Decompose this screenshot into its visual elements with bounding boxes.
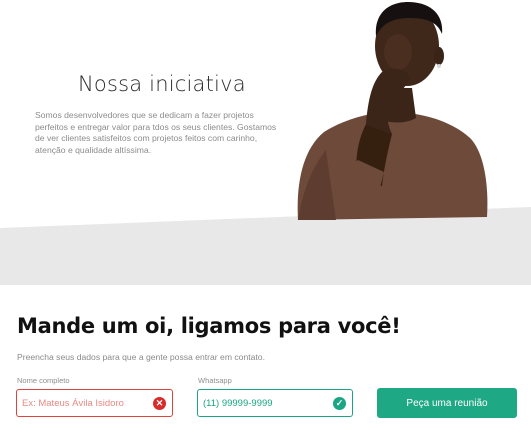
name-input[interactable] bbox=[17, 390, 172, 416]
whatsapp-input[interactable] bbox=[198, 390, 352, 416]
hero-description: Somos desenvolvedores que se dedicam a f… bbox=[35, 110, 277, 155]
hero-section: Nossa iniciativa Somos desenvolvedores q… bbox=[0, 0, 531, 285]
name-field[interactable]: ✕ bbox=[16, 389, 173, 417]
check-circle-icon: ✓ bbox=[333, 397, 346, 410]
phone-field[interactable]: ✓ bbox=[197, 389, 353, 417]
form-title: Mande um oi, ligamos para você! bbox=[17, 314, 401, 338]
hero-title: Nossa iniciativa bbox=[78, 72, 246, 96]
close-circle-icon: ✕ bbox=[153, 397, 166, 410]
phone-field-label: Whatsapp bbox=[198, 376, 232, 385]
hero-person-image bbox=[297, 2, 488, 220]
name-field-label: Nome completo bbox=[17, 376, 70, 385]
request-meeting-button[interactable]: Peça uma reunião bbox=[377, 388, 517, 418]
form-subtitle: Preencha seus dados para que a gente pos… bbox=[17, 352, 265, 362]
